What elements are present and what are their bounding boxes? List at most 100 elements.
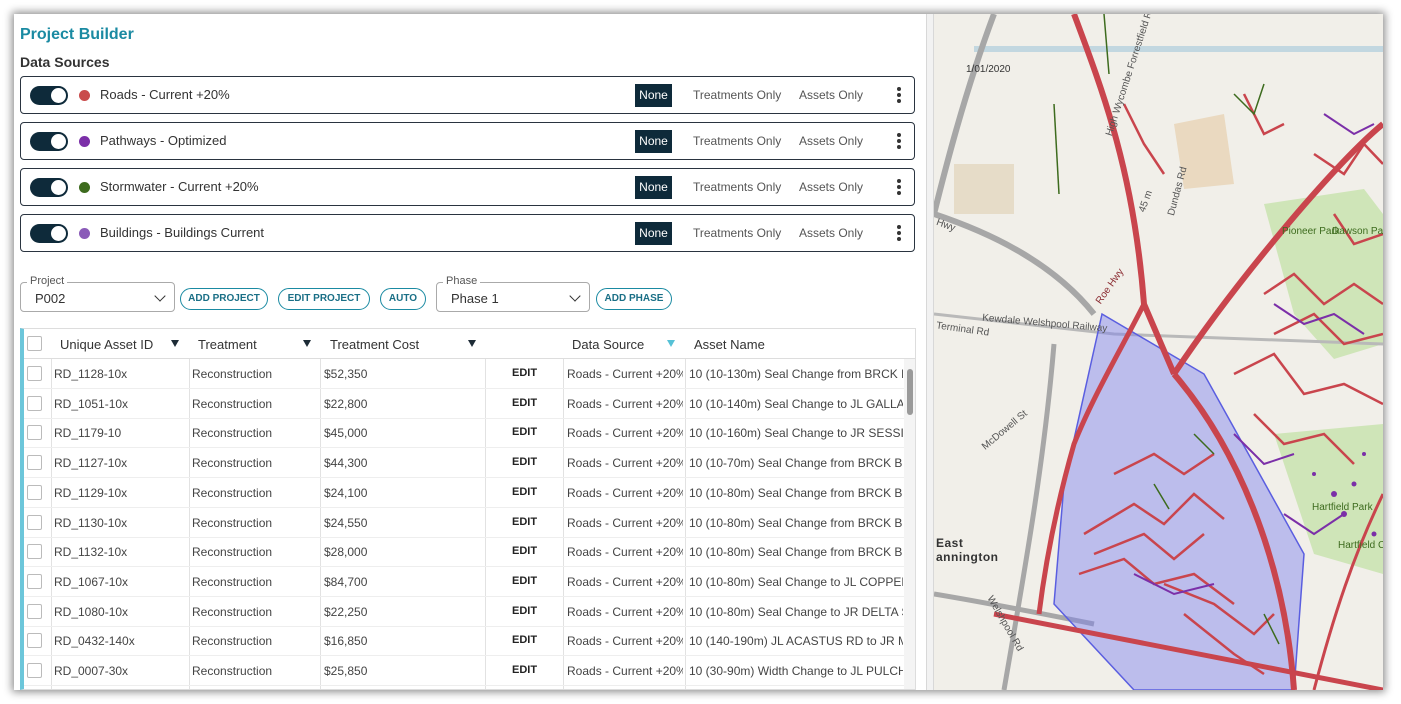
map-label: Dawson Park — [1332, 226, 1383, 237]
row-checkbox[interactable] — [27, 663, 42, 678]
cell-data-source: Roads - Current +20% — [567, 515, 683, 530]
table-row[interactable]: RD_1132-10x Reconstruction $28,000 Roads - … — [24, 537, 904, 568]
edit-row-button[interactable]: EDIT — [512, 397, 537, 409]
more-options-icon[interactable] — [893, 224, 905, 244]
edit-row-button[interactable]: EDIT — [512, 634, 537, 646]
cell-treatment: Reconstruction — [192, 456, 273, 471]
option-none-button[interactable]: None — [635, 222, 672, 245]
cell-treatment-cost: $44,300 — [324, 456, 368, 471]
option-assets-only-button[interactable]: Assets Only — [799, 180, 863, 194]
table-row[interactable]: RD_1080-10x Reconstruction $22,250 Roads - … — [24, 597, 904, 627]
cell-asset-name: 10 (10-80m) Seal Change from BRCK Brick — [689, 545, 903, 560]
cell-data-source: Roads - Current +20% — [567, 604, 683, 619]
row-checkbox[interactable] — [27, 484, 42, 500]
option-treatments-only-button[interactable]: Treatments Only — [693, 134, 781, 148]
table-header: Unique Asset ID Treatment Treatment Cost… — [24, 329, 915, 359]
cell-treatment: Reconstruction — [192, 515, 273, 530]
edit-row-button[interactable]: EDIT — [512, 545, 537, 557]
more-options-icon[interactable] — [893, 132, 905, 152]
edit-row-button[interactable]: EDIT — [512, 664, 537, 676]
row-checkbox[interactable] — [27, 573, 42, 589]
cell-treatment-cost: $45,000 — [324, 426, 368, 441]
map-view[interactable]: 1/01/2020 Hwy High Wycombe Forrestfield … — [931, 14, 1383, 690]
row-checkbox[interactable] — [27, 395, 42, 411]
header-asset-name[interactable]: Asset Name — [694, 337, 765, 352]
option-treatments-only-button[interactable]: Treatments Only — [693, 88, 781, 102]
header-data-source[interactable]: Data Source — [572, 337, 644, 352]
table-row[interactable]: RD_1067-10x Reconstruction $84,700 Roads - … — [24, 567, 904, 597]
map-canvas[interactable] — [931, 14, 1383, 690]
select-all-checkbox[interactable] — [27, 336, 42, 351]
map-label: Hartfield Country — [1338, 540, 1383, 551]
cell-asset-name: 10 (10-80m) Seal Change from BRCK Brick — [689, 515, 903, 530]
table-row[interactable]: RD_1051-10x Reconstruction $22,800 Roads - … — [24, 389, 904, 419]
cell-data-source: Roads - Current +20% — [567, 396, 683, 411]
add-phase-button[interactable]: ADD PHASE — [596, 288, 672, 310]
row-checkbox[interactable] — [27, 425, 42, 441]
filter-active-icon[interactable] — [667, 340, 675, 347]
data-source-toggle[interactable] — [30, 132, 68, 151]
cell-data-source: Roads - Current +20% — [567, 574, 683, 589]
table-row[interactable]: RD_0432-140x Reconstruction $16,850 Roads -… — [24, 626, 904, 657]
header-treatment-cost[interactable]: Treatment Cost — [330, 337, 419, 352]
project-builder-panel: Project Builder Data Sources Roads - Cur… — [14, 14, 926, 690]
data-source-label: Stormwater - Current +20% — [100, 179, 259, 194]
option-assets-only-button[interactable]: Assets Only — [799, 226, 863, 240]
edit-row-button[interactable]: EDIT — [512, 516, 537, 528]
color-dot-icon — [79, 228, 90, 239]
option-none-button[interactable]: None — [635, 84, 672, 107]
cell-asset-id: RD_1067-10x — [54, 574, 129, 589]
add-project-button[interactable]: ADD PROJECT — [180, 288, 268, 310]
table-row[interactable]: RD_1128-10x Reconstruction $52,350 Roads - … — [24, 359, 904, 389]
cell-treatment: Reconstruction — [192, 367, 273, 381]
option-none-button[interactable]: None — [635, 176, 672, 199]
data-source-card-roads: Roads - Current +20% None Treatments Onl… — [20, 76, 915, 114]
filter-icon[interactable] — [171, 340, 179, 347]
project-select[interactable]: Project P002 — [20, 275, 175, 312]
edit-row-button[interactable]: EDIT — [512, 367, 537, 379]
row-checkbox[interactable] — [27, 514, 42, 530]
cell-treatment-cost: $24,550 — [324, 515, 368, 530]
option-none-button[interactable]: None — [635, 130, 672, 153]
color-dot-icon — [79, 182, 90, 193]
filter-icon[interactable] — [468, 340, 476, 347]
header-asset-id[interactable]: Unique Asset ID — [60, 337, 153, 352]
data-source-toggle[interactable] — [30, 178, 68, 197]
data-source-toggle[interactable] — [30, 224, 68, 243]
chevron-down-icon — [569, 290, 581, 302]
table-row[interactable]: RD_1130-10x Reconstruction $24,550 Roads - … — [24, 508, 904, 538]
row-checkbox[interactable] — [27, 366, 42, 381]
edit-row-button[interactable]: EDIT — [512, 486, 537, 498]
cell-asset-name: 10 (30-90m) Width Change to JL PULCHELLA — [689, 664, 903, 678]
map-date-label: 1/01/2020 — [966, 64, 1011, 75]
filter-icon[interactable] — [303, 340, 311, 347]
more-options-icon[interactable] — [893, 86, 905, 106]
edit-project-button[interactable]: EDIT PROJECT — [278, 288, 370, 310]
map-town-label: annington — [936, 550, 999, 564]
table-row[interactable]: RD_1127-10x Reconstruction $44,300 Roads - … — [24, 448, 904, 479]
row-checkbox[interactable] — [27, 544, 42, 560]
table-scrollbar-thumb[interactable] — [907, 369, 913, 415]
table-row[interactable]: RD_1129-10x Reconstruction $24,100 Roads - … — [24, 478, 904, 508]
option-assets-only-button[interactable]: Assets Only — [799, 134, 863, 148]
phase-select[interactable]: Phase Phase 1 — [436, 275, 590, 312]
header-treatment[interactable]: Treatment — [198, 337, 257, 352]
edit-row-button[interactable]: EDIT — [512, 456, 537, 468]
row-checkbox[interactable] — [27, 603, 42, 619]
option-treatments-only-button[interactable]: Treatments Only — [693, 226, 781, 240]
panel-splitter[interactable] — [926, 14, 934, 690]
edit-row-button[interactable]: EDIT — [512, 575, 537, 587]
edit-row-button[interactable]: EDIT — [512, 426, 537, 438]
option-assets-only-button[interactable]: Assets Only — [799, 88, 863, 102]
row-checkbox[interactable] — [27, 633, 42, 649]
data-source-toggle[interactable] — [30, 86, 68, 105]
edit-row-button[interactable]: EDIT — [512, 605, 537, 617]
table-row[interactable]: RD_1179-10 Reconstruction $45,000 Roads - C… — [24, 418, 904, 449]
option-treatments-only-button[interactable]: Treatments Only — [693, 180, 781, 194]
cell-asset-name: 10 (10-80m) Seal Change to JR DELTA S — [689, 604, 903, 619]
more-options-icon[interactable] — [893, 178, 905, 198]
auto-button[interactable]: AUTO — [380, 288, 426, 310]
park-area — [1264, 189, 1383, 359]
table-row[interactable]: RD_0007-30x Reconstruction $25,850 Roads - … — [24, 656, 904, 686]
row-checkbox[interactable] — [27, 455, 42, 471]
